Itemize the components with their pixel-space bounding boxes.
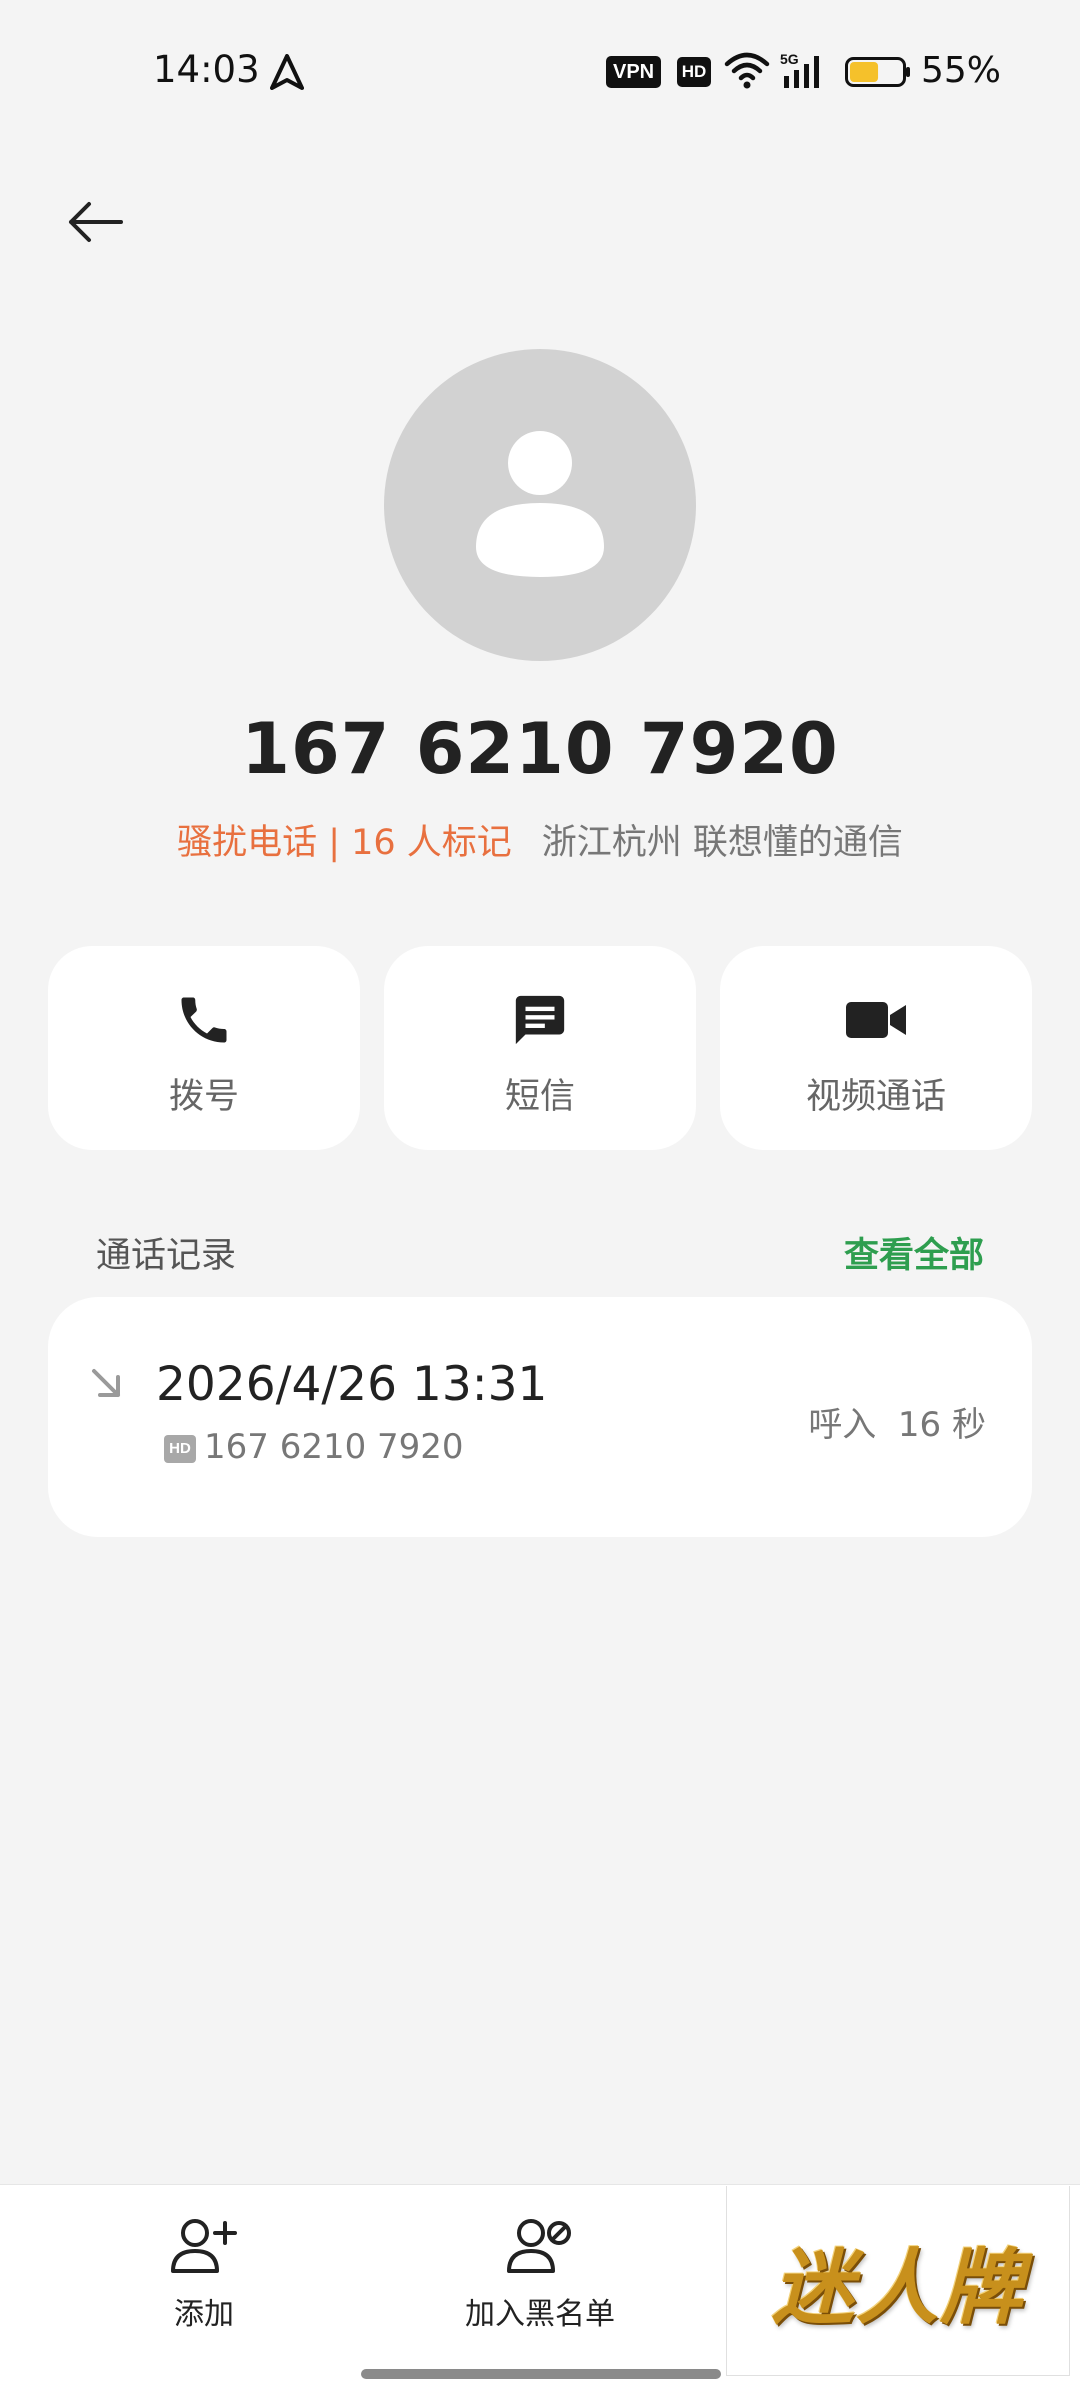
block-person-icon <box>507 2219 571 2273</box>
spam-report-label[interactable]: 骚扰电话 | 16 人标记 <box>177 823 512 863</box>
call-number: 167 6210 7920 <box>204 1427 464 1467</box>
call-button[interactable]: 拨号 <box>48 946 360 1150</box>
call-status: 呼入 16 秒 <box>808 1405 986 1445</box>
message-icon <box>511 988 569 1052</box>
add-contact-button[interactable]: 添加 <box>74 2215 334 2333</box>
phone-icon <box>174 988 234 1052</box>
block-number-label: 加入黑名单 <box>465 2297 615 2332</box>
back-button[interactable] <box>58 190 132 254</box>
battery-percentage: 55% <box>921 50 1002 91</box>
home-indicator[interactable] <box>361 2369 721 2379</box>
video-call-label: 视频通话 <box>805 1077 946 1117</box>
call-datetime: 2026/4/26 13:31 <box>156 1357 548 1412</box>
back-arrow-icon <box>69 202 123 242</box>
call-record-item[interactable]: 2026/4/26 13:31 HD 167 6210 7920 呼入 16 秒 <box>48 1297 1032 1537</box>
navigation-arrow-icon <box>270 54 304 90</box>
contact-phone-number: 167 6210 7920 <box>241 708 839 790</box>
view-all-link[interactable]: 查看全部 <box>844 1227 984 1278</box>
video-camera-icon <box>844 988 908 1052</box>
advertisement-banner[interactable]: 迷人牌 <box>726 2186 1070 2376</box>
battery-icon <box>845 57 911 87</box>
wifi-icon <box>724 50 770 90</box>
hd-badge: HD <box>677 57 711 87</box>
network-type-label: 5G <box>780 51 799 67</box>
status-time: 14:03 <box>153 48 260 91</box>
video-call-button[interactable]: 视频通话 <box>720 946 1032 1150</box>
contact-avatar <box>384 349 696 661</box>
advertisement-text: 迷人牌 <box>772 2240 1024 2336</box>
call-label: 拨号 <box>168 1077 239 1117</box>
incoming-call-arrow-icon <box>88 1365 124 1401</box>
contact-subtitle: 骚扰电话 | 16 人标记 浙江杭州 联想懂的通信 <box>0 814 1080 865</box>
block-number-button[interactable]: 加入黑名单 <box>410 2215 670 2333</box>
call-log-title: 通话记录 <box>96 1236 237 1276</box>
sms-label: 短信 <box>504 1077 575 1117</box>
add-person-icon <box>171 2219 237 2273</box>
add-contact-label: 添加 <box>174 2297 234 2332</box>
hd-call-badge: HD <box>164 1435 196 1463</box>
vpn-badge: VPN <box>606 56 662 88</box>
number-location: 浙江杭州 联想懂的通信 <box>541 823 903 863</box>
sms-button[interactable]: 短信 <box>384 946 696 1150</box>
cellular-signal-icon: 5G <box>780 50 830 90</box>
person-placeholder-icon <box>476 431 604 577</box>
